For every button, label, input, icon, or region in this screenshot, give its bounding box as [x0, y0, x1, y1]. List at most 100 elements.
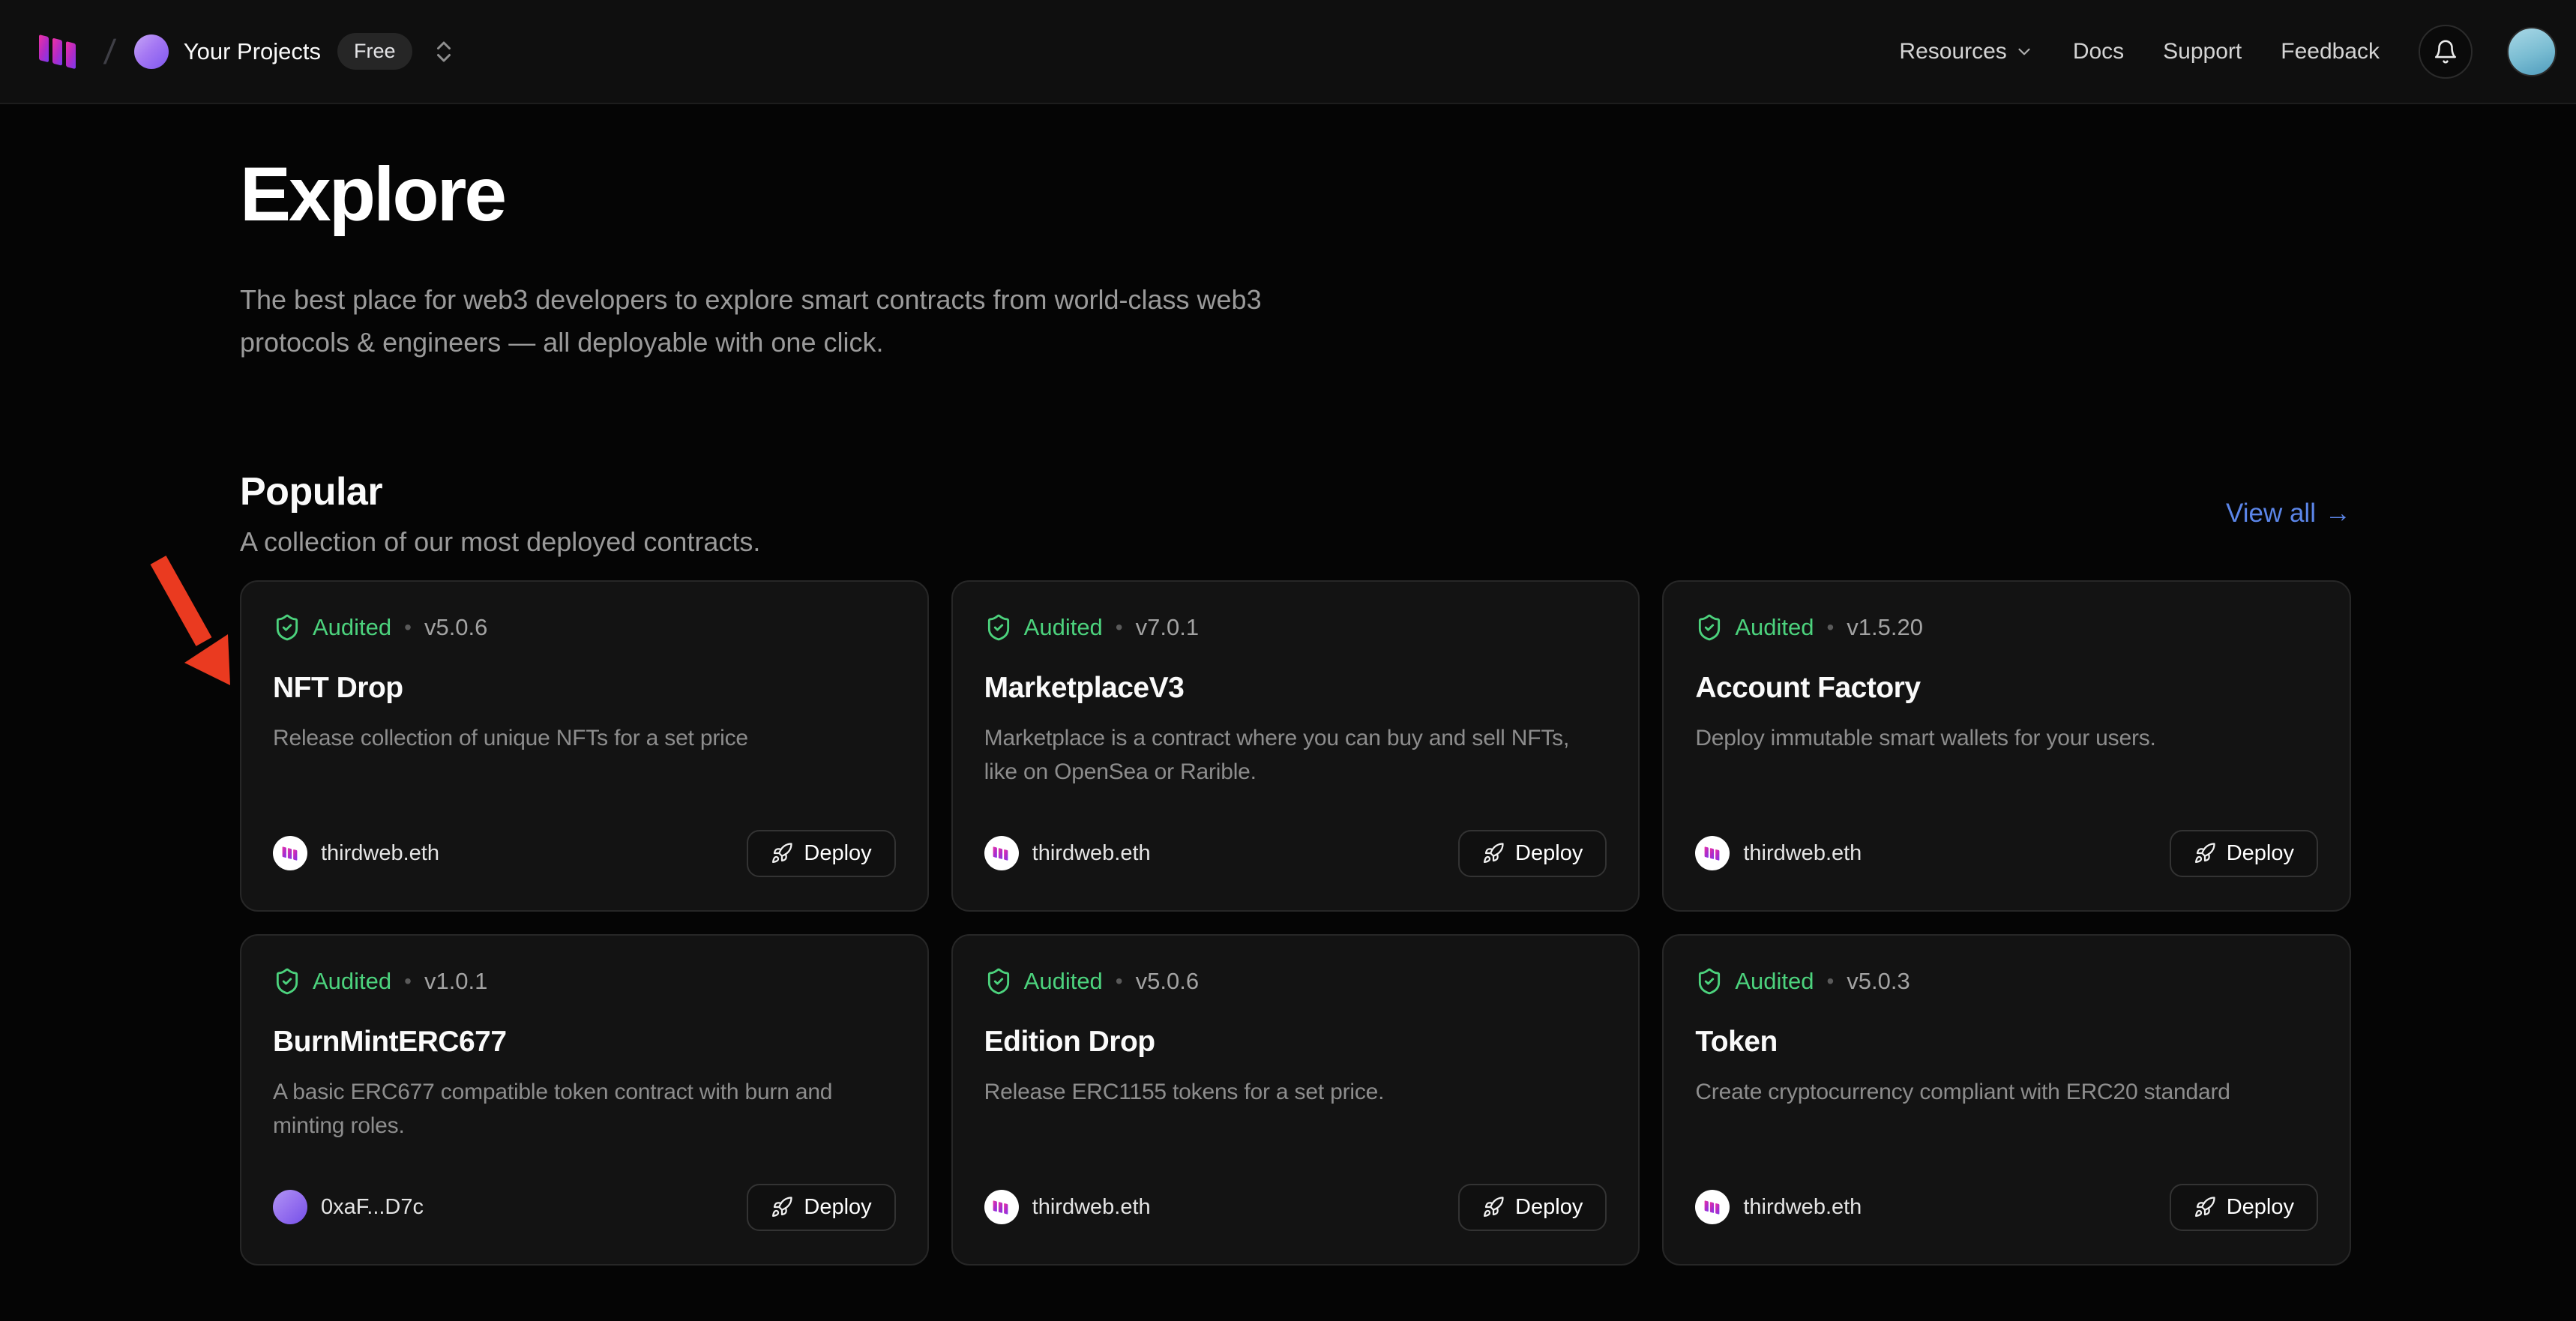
deploy-button[interactable]: Deploy: [2170, 1184, 2318, 1231]
publisher-name: thirdweb.eth: [1032, 1195, 1151, 1220]
audited-label: Audited: [313, 968, 391, 995]
publisher-avatar: [273, 836, 307, 870]
thirdweb-mini-logo: [1703, 1199, 1722, 1216]
nav-docs[interactable]: Docs: [2073, 39, 2124, 64]
rocket-icon: [771, 842, 793, 864]
main-content: Explore The best place for web3 develope…: [0, 151, 2576, 1266]
audit-badge-row: Audited • v5.0.6: [984, 967, 1607, 996]
nav-feedback[interactable]: Feedback: [2281, 39, 2380, 64]
deploy-button[interactable]: Deploy: [747, 830, 895, 877]
contract-title[interactable]: Token: [1695, 1026, 2318, 1059]
view-all-label: View all: [2226, 499, 2316, 529]
publisher-avatar: [984, 1190, 1019, 1224]
version-label: v1.5.20: [1847, 614, 1923, 641]
publisher-avatar: [1695, 836, 1730, 870]
view-all-link[interactable]: View all →: [2226, 499, 2351, 529]
publisher[interactable]: thirdweb.eth: [984, 836, 1151, 870]
publisher-name: 0xaF...D7c: [321, 1195, 424, 1220]
bell-icon: [2433, 39, 2458, 64]
card-footer: thirdweb.eth Deploy: [273, 830, 896, 877]
arrow-right-icon: →: [2325, 499, 2351, 529]
nav-resources[interactable]: Resources: [1899, 39, 2033, 64]
publisher[interactable]: thirdweb.eth: [984, 1190, 1151, 1224]
contract-title[interactable]: Edition Drop: [984, 1026, 1607, 1059]
publisher[interactable]: thirdweb.eth: [1695, 1190, 1862, 1224]
contract-description: Release ERC1155 tokens for a set price.: [984, 1075, 1607, 1109]
shield-check-icon: [1695, 613, 1724, 642]
card-footer: 0xaF...D7c Deploy: [273, 1184, 896, 1231]
chevrons-up-down-icon[interactable]: [430, 38, 457, 65]
project-avatar[interactable]: [134, 34, 169, 69]
contract-description: Create cryptocurrency compliant with ERC…: [1695, 1075, 2318, 1109]
navbar-links: Resources Docs Support Feedback: [1899, 25, 2557, 79]
shield-check-icon: [273, 967, 301, 996]
shield-check-icon: [984, 967, 1013, 996]
plan-badge: Free: [337, 33, 412, 70]
version-label: v1.0.1: [424, 968, 487, 995]
audited-label: Audited: [313, 614, 391, 641]
publisher-avatar: [273, 1190, 307, 1224]
contract-title[interactable]: MarketplaceV3: [984, 672, 1607, 705]
deploy-button[interactable]: Deploy: [1458, 1184, 1607, 1231]
popular-heading-block: Popular A collection of our most deploye…: [240, 469, 760, 558]
thirdweb-mini-logo: [281, 845, 300, 862]
publisher-name: thirdweb.eth: [1743, 1195, 1862, 1220]
contract-title[interactable]: NFT Drop: [273, 672, 896, 705]
version-label: v7.0.1: [1136, 614, 1199, 641]
page-title: Explore: [240, 151, 2351, 238]
deploy-button[interactable]: Deploy: [747, 1184, 895, 1231]
publisher-name: thirdweb.eth: [1032, 841, 1151, 866]
audited-label: Audited: [1735, 968, 1814, 995]
rocket-icon: [771, 1196, 793, 1218]
contract-card-edition-drop[interactable]: Audited • v5.0.6 Edition Drop Release ER…: [951, 934, 1640, 1266]
contract-card-burnminterc677[interactable]: Audited • v1.0.1 BurnMintERC677 A basic …: [240, 934, 929, 1266]
project-name[interactable]: Your Projects: [184, 38, 321, 65]
contract-card-token[interactable]: Audited • v5.0.3 Token Create cryptocurr…: [1662, 934, 2351, 1266]
popular-title: Popular: [240, 469, 760, 514]
contract-card-nft-drop[interactable]: Audited • v5.0.6 NFT Drop Release collec…: [240, 580, 929, 912]
page-subtitle: The best place for web3 developers to ex…: [240, 279, 1364, 364]
contract-card-account-factory[interactable]: Audited • v1.5.20 Account Factory Deploy…: [1662, 580, 2351, 912]
user-avatar[interactable]: [2507, 27, 2557, 76]
breadcrumb-separator: /: [102, 31, 117, 72]
deploy-button[interactable]: Deploy: [1458, 830, 1607, 877]
contract-card-marketplacev3[interactable]: Audited • v7.0.1 MarketplaceV3 Marketpla…: [951, 580, 1640, 912]
nav-resources-label: Resources: [1899, 39, 2006, 64]
top-navbar: / Your Projects Free Resources Docs Supp…: [0, 0, 2576, 104]
publisher-name: thirdweb.eth: [1743, 841, 1862, 866]
version-label: v5.0.6: [424, 614, 487, 641]
contract-title[interactable]: BurnMintERC677: [273, 1026, 896, 1059]
publisher-avatar: [1695, 1190, 1730, 1224]
publisher[interactable]: 0xaF...D7c: [273, 1190, 424, 1224]
separator-dot: •: [1826, 616, 1834, 640]
nav-support[interactable]: Support: [2163, 39, 2242, 64]
shield-check-icon: [273, 613, 301, 642]
rocket-icon: [1482, 1196, 1505, 1218]
deploy-label: Deploy: [2227, 1195, 2294, 1220]
separator-dot: •: [404, 969, 412, 993]
explore-page: / Your Projects Free Resources Docs Supp…: [0, 0, 2576, 1321]
thirdweb-logo[interactable]: [36, 31, 82, 73]
contract-title[interactable]: Account Factory: [1695, 672, 2318, 705]
card-footer: thirdweb.eth Deploy: [1695, 830, 2318, 877]
audit-badge-row: Audited • v5.0.6: [273, 613, 896, 642]
audit-badge-row: Audited • v1.5.20: [1695, 613, 2318, 642]
navbar-left: / Your Projects Free: [36, 31, 457, 73]
publisher[interactable]: thirdweb.eth: [1695, 836, 1862, 870]
publisher[interactable]: thirdweb.eth: [273, 836, 439, 870]
deploy-label: Deploy: [804, 1195, 871, 1220]
deploy-button[interactable]: Deploy: [2170, 830, 2318, 877]
card-footer: thirdweb.eth Deploy: [1695, 1184, 2318, 1231]
notifications-button[interactable]: [2419, 25, 2473, 79]
separator-dot: •: [404, 616, 412, 640]
card-footer: thirdweb.eth Deploy: [984, 830, 1607, 877]
version-label: v5.0.3: [1847, 968, 1910, 995]
deploy-label: Deploy: [1515, 1195, 1583, 1220]
rocket-icon: [1482, 842, 1505, 864]
thirdweb-mini-logo: [1703, 845, 1722, 862]
separator-dot: •: [1116, 616, 1123, 640]
thirdweb-mini-logo: [992, 845, 1011, 862]
popular-subtitle: A collection of our most deployed contra…: [240, 526, 760, 558]
shield-check-icon: [984, 613, 1013, 642]
card-footer: thirdweb.eth Deploy: [984, 1184, 1607, 1231]
